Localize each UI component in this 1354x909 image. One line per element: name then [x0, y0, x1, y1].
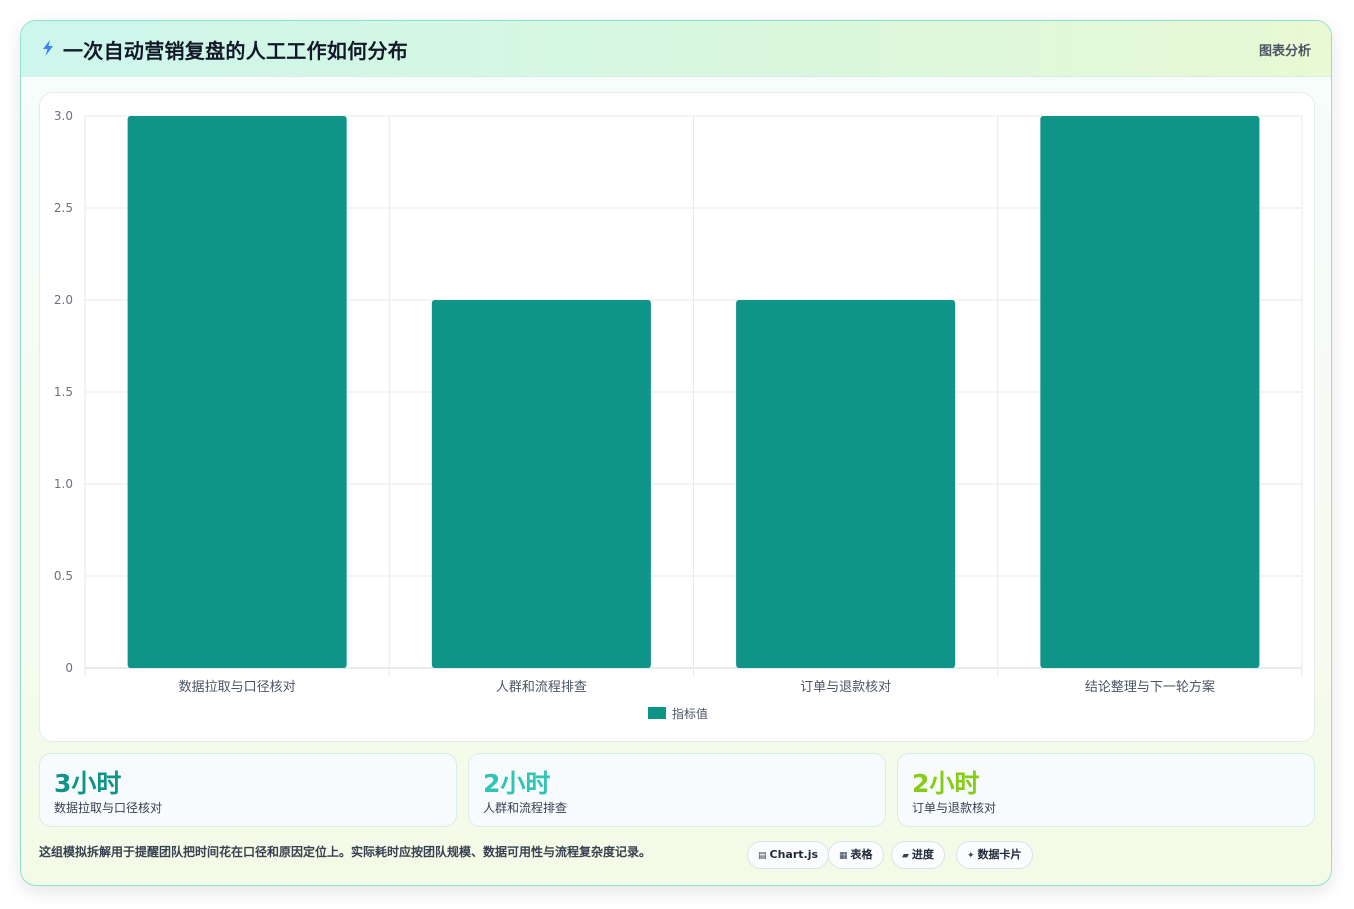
chip-label: 数据卡片	[977, 848, 1022, 861]
x-tick-label: 订单与退款核对	[800, 680, 891, 695]
bar	[736, 300, 956, 668]
legend-swatch	[648, 707, 666, 719]
y-tick-label: 0.5	[54, 569, 73, 583]
stat-value: 2小时	[483, 769, 551, 798]
chip-chartjs[interactable]: ▤ Chart.js	[747, 841, 830, 869]
stat-card: 3小时 数据拉取与口径核对	[39, 753, 457, 827]
stat-label: 订单与退款核对	[912, 801, 997, 815]
y-tick-label: 1.0	[54, 477, 73, 491]
stat-value: 3小时	[54, 769, 122, 798]
chart-icon: ▤	[758, 851, 767, 861]
chip-label: 进度	[911, 848, 934, 861]
table-icon: ▦	[839, 851, 848, 861]
y-tick-label: 1.5	[54, 385, 73, 399]
lightning-icon	[43, 40, 53, 56]
x-tick-label: 数据拉取与口径核对	[179, 680, 296, 695]
stat-card: 2小时 订单与退款核对	[897, 753, 1315, 827]
footnote: 这组模拟拆解用于提醒团队把时间花在口径和原因定位上。实际耗时应按团队规模、数据可…	[39, 845, 652, 859]
chip-table[interactable]: ▦ 表格	[828, 841, 884, 869]
legend-label: 指标值	[672, 706, 708, 721]
bar	[1040, 116, 1260, 668]
stat-value: 2小时	[912, 769, 980, 798]
chart-panel: 0 0.5 1.0 1.5 2.0 2.5 3.0 数据拉取与口径核对 人群和流程排查 订单与退款…	[39, 92, 1315, 742]
x-tick-label: 结论整理与下一轮方案	[1085, 679, 1215, 695]
chart-analysis-tag: 图表分析	[1258, 44, 1311, 59]
sparkle-icon: ✦	[967, 851, 975, 861]
card-header: 一次自动营销复盘的人工工作如何分布 图表分析	[21, 21, 1331, 77]
y-tick-label: 2.5	[54, 201, 73, 215]
y-tick-label: 2.0	[54, 293, 73, 307]
stat-card: 2小时 人群和流程排查	[468, 753, 886, 827]
stat-label: 人群和流程排查	[483, 801, 568, 815]
progress-icon: ▰	[902, 851, 909, 861]
bar-chart: 0 0.5 1.0 1.5 2.0 2.5 3.0 数据拉取与口径核对 人群和流程排查 订单与退款…	[54, 109, 1303, 721]
x-tick-label: 人群和流程排查	[496, 680, 587, 695]
report-card: 一次自动营销复盘的人工工作如何分布 图表分析 0 0.5 1.0 1.5 2.0 2.5 3…	[20, 20, 1332, 886]
bar	[127, 116, 347, 668]
chip-label: Chart.js	[769, 848, 819, 861]
chip-data-card[interactable]: ✦ 数据卡片	[956, 841, 1033, 869]
y-tick-label: 3.0	[54, 109, 73, 123]
chip-progress[interactable]: ▰ 进度	[891, 841, 945, 869]
bar	[431, 300, 651, 668]
y-tick-label: 0	[65, 661, 73, 675]
page-title: 一次自动营销复盘的人工工作如何分布	[63, 39, 409, 63]
stat-label: 数据拉取与口径核对	[54, 801, 163, 815]
chip-label: 表格	[850, 848, 873, 861]
